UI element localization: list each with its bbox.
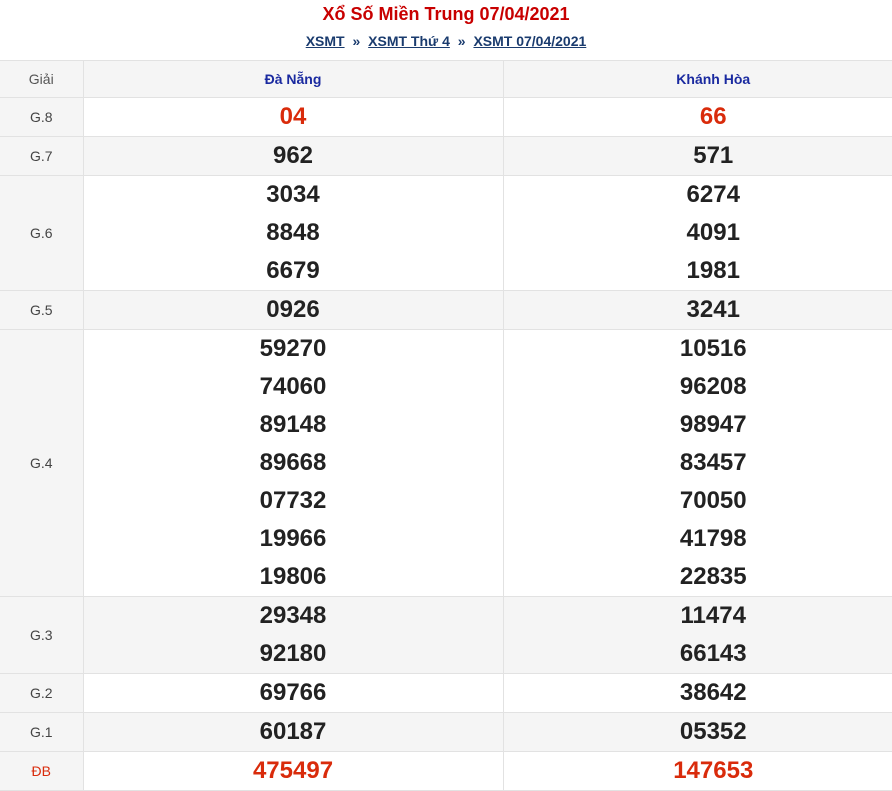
lottery-number: 92180 (259, 640, 327, 667)
prize-label: G.2 (0, 673, 84, 713)
lottery-number: 59270 (259, 335, 327, 362)
lottery-number: 74060 (259, 373, 327, 400)
result-cell-da-nang: 3034 8848 6679 (82, 175, 504, 291)
lottery-number: 475497 (252, 757, 334, 784)
lottery-number: 4091 (686, 219, 740, 246)
prize-label: G.3 (0, 596, 84, 674)
province-header-khanh-hoa[interactable]: Khánh Hòa (502, 60, 892, 98)
lottery-number: 0926 (266, 296, 320, 323)
province-header-da-nang[interactable]: Đà Nẵng (82, 60, 504, 98)
result-cell-da-nang: 59270 74060 89148 89668 07732 19966 19806 (82, 329, 504, 597)
prize-label: G.4 (0, 329, 84, 597)
result-cell-khanh-hoa: 3241 (502, 290, 892, 330)
lottery-number: 98947 (679, 411, 747, 438)
lottery-number: 41798 (679, 525, 747, 552)
table-row: G.4 59270 74060 89148 89668 07732 19966 19806 10… (0, 329, 892, 597)
lottery-number: 11474 (680, 602, 746, 629)
prize-label: G.6 (0, 175, 84, 291)
lottery-number: 19966 (259, 525, 327, 552)
table-row: G.1 60187 05352 (0, 712, 892, 752)
breadcrumb-link-xsmt[interactable]: XSMT (306, 33, 345, 49)
result-cell-da-nang: 0926 (82, 290, 504, 330)
prize-label: ĐB (0, 751, 84, 791)
breadcrumb-separator: » (352, 33, 361, 49)
results-body: G.8 04 66 G.7 962 571 G.6 3034 8848 6679 6274 4091 1… (0, 97, 892, 791)
breadcrumb-separator: » (457, 33, 466, 49)
prize-label: G.7 (0, 136, 84, 176)
breadcrumb-link-xsmt-date[interactable]: XSMT 07/04/2021 (473, 33, 586, 49)
lottery-number: 38642 (679, 679, 747, 706)
lottery-number: 29348 (259, 602, 327, 629)
result-cell-da-nang: 69766 (82, 673, 504, 713)
lottery-number: 07732 (259, 487, 327, 514)
table-row: G.3 29348 92180 11474 66143 (0, 596, 892, 674)
result-cell-da-nang: 475497 (82, 751, 504, 791)
prize-label: G.5 (0, 290, 84, 330)
lottery-number: 22835 (679, 563, 747, 590)
lottery-number: 3034 (266, 181, 320, 208)
lottery-number: 6274 (686, 181, 740, 208)
table-header-row: Giải Đà Nẵng Khánh Hòa (0, 60, 892, 98)
result-cell-khanh-hoa: 11474 66143 (502, 596, 892, 674)
result-cell-khanh-hoa: 38642 (502, 673, 892, 713)
result-cell-khanh-hoa: 571 (502, 136, 892, 176)
lottery-number: 6679 (266, 257, 320, 284)
lottery-number: 89668 (259, 449, 327, 476)
prize-column-header: Giải (0, 60, 84, 98)
lottery-number: 962 (272, 142, 314, 169)
result-cell-da-nang: 29348 92180 (82, 596, 504, 674)
result-cell-da-nang: 04 (82, 97, 504, 137)
result-cell-khanh-hoa: 10516 96208 98947 83457 70050 41798 22835 (502, 329, 892, 597)
table-row: G.7 962 571 (0, 136, 892, 176)
result-cell-da-nang: 60187 (82, 712, 504, 752)
lottery-number: 60187 (259, 718, 327, 745)
page-title: Xổ Số Miền Trung 07/04/2021 (322, 4, 570, 24)
lottery-number: 70050 (679, 487, 747, 514)
table-row: G.8 04 66 (0, 97, 892, 137)
table-row: ĐB 475497 147653 (0, 751, 892, 791)
lottery-number: 3241 (686, 296, 740, 323)
lottery-number: 147653 (673, 757, 754, 784)
lottery-number: 96208 (679, 373, 747, 400)
result-cell-khanh-hoa: 66 (502, 97, 892, 137)
table-row: G.6 3034 8848 6679 6274 4091 1981 (0, 175, 892, 291)
result-cell-da-nang: 962 (82, 136, 504, 176)
table-row: G.5 0926 3241 (0, 290, 892, 330)
lottery-number: 05352 (679, 718, 747, 745)
lottery-number: 89148 (259, 411, 327, 438)
lottery-number: 1981 (686, 257, 740, 284)
prize-label: G.1 (0, 712, 84, 752)
lottery-number: 19806 (259, 563, 327, 590)
lottery-number: 66143 (679, 640, 747, 667)
lottery-number: 69766 (259, 679, 327, 706)
prize-label: G.8 (0, 97, 84, 137)
lottery-number: 83457 (679, 449, 747, 476)
lottery-number: 10516 (679, 335, 747, 362)
lottery-number: 8848 (266, 219, 320, 246)
lottery-number: 571 (693, 142, 734, 169)
lottery-number: 04 (279, 103, 307, 130)
result-cell-khanh-hoa: 147653 (502, 751, 892, 791)
result-cell-khanh-hoa: 05352 (502, 712, 892, 752)
results-table: Giải Đà Nẵng Khánh Hòa G.8 04 66 G.7 962 571 G… (0, 60, 892, 791)
breadcrumb-link-xsmt-thu-4[interactable]: XSMT Thứ 4 (368, 33, 450, 49)
breadcrumb: XSMT » XSMT Thứ 4 » XSMT 07/04/2021 (0, 28, 892, 60)
lottery-number: 66 (699, 103, 727, 130)
result-cell-khanh-hoa: 6274 4091 1981 (502, 175, 892, 291)
table-row: G.2 69766 38642 (0, 673, 892, 713)
